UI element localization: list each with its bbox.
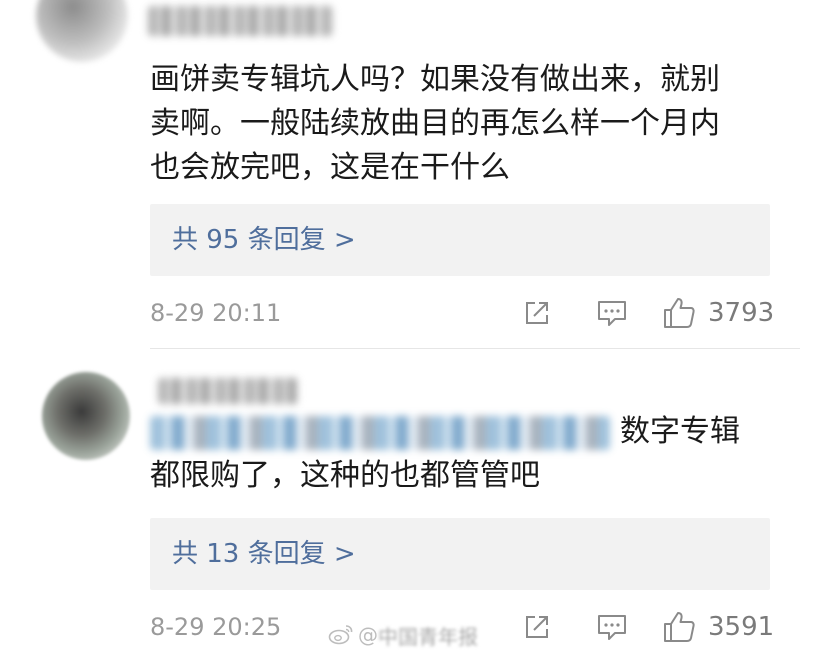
divider [150,348,800,349]
username-redacted[interactable] [148,6,333,36]
comment-item: 画饼卖专辑坑人吗？如果没有做出来，就别 卖啊。一般陆续放曲目的再怎么样一个月内 … [0,0,840,350]
comment-text-line: 卖啊。一般陆续放曲目的再怎么样一个月内 [150,106,720,141]
share-icon[interactable] [522,612,552,642]
watermark-prefix: @ [358,623,378,647]
comment-text: 画饼卖专辑坑人吗？如果没有做出来，就别 卖啊。一般陆续放曲目的再怎么样一个月内 … [150,58,720,190]
avatar[interactable] [42,372,130,460]
replies-label: 共 13 条回复 > [172,539,356,569]
username-redacted[interactable] [158,378,298,404]
thumbs-up-icon[interactable] [662,610,696,644]
replies-label: 共 95 条回复 > [172,225,356,255]
like-count: 3591 [708,612,775,642]
comment-text: 数字专辑 都限购了，这种的也都管管吧 [150,410,740,498]
comment-icon[interactable] [596,298,626,328]
watermark-text: 中国青年报 [378,624,478,649]
comment-text-line: 都限购了，这种的也都管管吧 [150,458,540,493]
comment-text-line: 画饼卖专辑坑人吗？如果没有做出来，就别 [150,62,720,97]
weibo-icon [328,623,354,651]
comment-item: 数字专辑 都限购了，这种的也都管管吧 共 13 条回复 > 8-29 20:25… [0,350,840,655]
timestamp: 8-29 20:11 [150,299,282,327]
redacted-text [150,415,610,450]
comment-text-line: 数字专辑 [150,410,740,454]
comment-meta: 8-29 20:11 3793 [150,296,774,330]
comment-text-line: 也会放完吧，这是在干什么 [150,150,510,185]
replies-button[interactable]: 共 13 条回复 > [150,518,770,590]
like-count: 3793 [708,298,775,328]
watermark: @中国青年报 [328,622,478,651]
thumbs-up-icon[interactable] [662,296,696,330]
avatar[interactable] [36,0,128,62]
share-icon[interactable] [522,298,552,328]
timestamp: 8-29 20:25 [150,613,282,641]
comment-text-fragment: 数字专辑 [620,414,740,449]
replies-button[interactable]: 共 95 条回复 > [150,204,770,276]
comment-icon[interactable] [596,612,626,642]
